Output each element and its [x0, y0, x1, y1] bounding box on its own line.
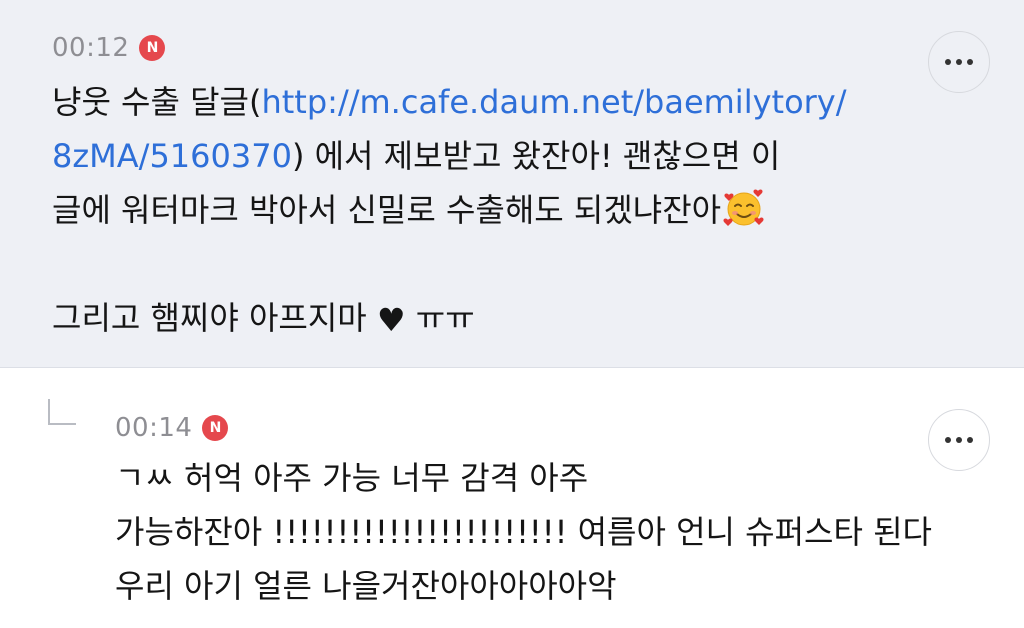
black-heart-icon: ♥ [376, 301, 406, 339]
comment-line: 글에 워터마크 박아서 신밀로 수출해도 되겠냐잔아 [52, 183, 847, 237]
more-dot-icon [967, 437, 973, 443]
comment-line: ㄱㅆ 허억 아주 가능 너무 감격 아주 [115, 459, 589, 497]
comment-text: 그리고 햄찌야 아프지마 [52, 299, 367, 337]
reply-arrow-icon [48, 399, 76, 425]
new-badge: N [139, 35, 166, 61]
more-dot-icon [945, 437, 951, 443]
comment-link[interactable]: 8zMA/5160370 [52, 137, 292, 175]
new-badge: N [202, 415, 229, 441]
comment-text: ㅠㅠ [415, 299, 475, 337]
comment-time: 00:12 [52, 33, 130, 63]
comment-body: ㄱㅆ 허억 아주 가능 너무 감격 아주 가능하잔아 !!!!!!!!!!!!!… [115, 451, 932, 613]
more-options-button[interactable] [928, 31, 990, 93]
more-dot-icon [956, 59, 962, 65]
comment-line: 8zMA/5160370) 에서 제보받고 왔잔아! 괜찮으면 이 [52, 129, 847, 183]
more-dot-icon [967, 59, 973, 65]
more-options-button[interactable] [928, 409, 990, 471]
comment-text: ) 에서 제보받고 왔잔아! 괜찮으면 이 [291, 137, 781, 175]
comment-meta: 00:14 N [115, 413, 229, 443]
comment-time: 00:14 [115, 413, 193, 443]
smiling-face-with-hearts-icon [723, 187, 765, 229]
comment-text: 글에 워터마크 박아서 신밀로 수출해도 되겠냐잔아 [52, 191, 722, 229]
comment-line: 우리 아기 얼른 나을거잔아아아아아악 [115, 567, 617, 605]
comment-link[interactable]: http://m.cafe.daum.net/baemilytory/ [261, 83, 846, 121]
more-dot-icon [956, 437, 962, 443]
more-dot-icon [945, 59, 951, 65]
comment-line: 그리고 햄찌야 아프지마 ♥ ㅠㅠ [52, 291, 847, 345]
comment-line: 가능하잔아 !!!!!!!!!!!!!!!!!!!!!!! 여름아 언니 슈퍼스… [115, 513, 932, 551]
comment-item: 00:12 N 냥웃 수출 달글(http://m.cafe.daum.net/… [0, 0, 1024, 368]
comment-body: 냥웃 수출 달글(http://m.cafe.daum.net/baemilyt… [52, 75, 847, 345]
comment-text: 냥웃 수출 달글( [52, 83, 262, 121]
reply-item: 00:14 N ㄱㅆ 허억 아주 가능 너무 감격 아주 가능하잔아 !!!!!… [0, 369, 1024, 628]
comment-meta: 00:12 N [52, 33, 166, 63]
comment-line: 냥웃 수출 달글(http://m.cafe.daum.net/baemilyt… [52, 75, 847, 129]
